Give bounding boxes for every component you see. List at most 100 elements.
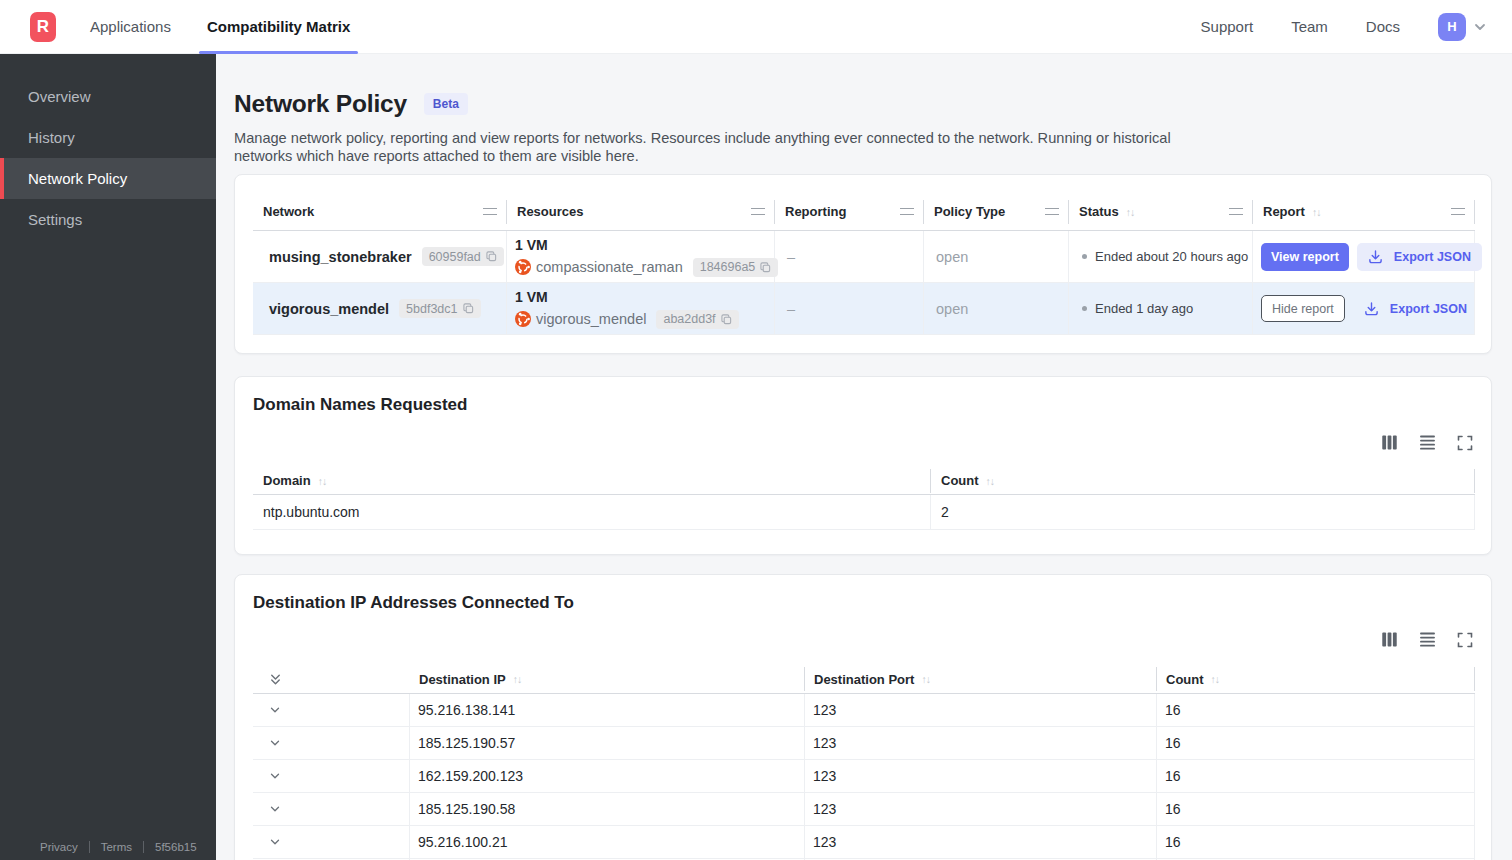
- domain-row[interactable]: ntp.ubuntu.com 2: [253, 495, 1475, 530]
- description-line-2: networks which have reports attached to …: [234, 148, 1492, 166]
- destination-port-cell: 123: [805, 826, 1157, 858]
- hide-report-button[interactable]: Hide report: [1261, 295, 1345, 322]
- sort-icon[interactable]: ↑↓: [513, 673, 522, 685]
- drag-handle-icon[interactable]: [1229, 208, 1243, 215]
- col-header-destination-port[interactable]: Destination Port↑↓: [805, 665, 1157, 693]
- chevron-down-icon[interactable]: [268, 835, 282, 849]
- copy-icon[interactable]: [721, 314, 732, 325]
- destination-ip-cell: 162.159.200.123: [410, 760, 805, 792]
- resource-id-pill[interactable]: 184696a5: [693, 258, 779, 277]
- network-row[interactable]: vigorous_mendel 5bdf3dc1 1 VM vigorous_m…: [253, 283, 1475, 335]
- expand-all-header[interactable]: [253, 665, 410, 693]
- col-header-reporting[interactable]: Reporting: [775, 193, 924, 230]
- sort-icon[interactable]: ↑↓: [318, 475, 327, 487]
- network-name: vigorous_mendel: [269, 301, 389, 317]
- sort-icon[interactable]: ↑↓: [1126, 206, 1135, 218]
- sidebar-item-settings[interactable]: Settings: [0, 199, 216, 240]
- sort-icon[interactable]: ↑↓: [986, 475, 995, 487]
- view-report-button[interactable]: View report: [1261, 243, 1349, 271]
- chevron-down-icon[interactable]: [268, 703, 282, 717]
- destination-row[interactable]: 95.216.100.21 123 16: [253, 826, 1475, 859]
- expand-row-cell[interactable]: [253, 694, 410, 726]
- sort-icon[interactable]: ↑↓: [1312, 206, 1321, 218]
- avatar[interactable]: H: [1438, 13, 1466, 41]
- export-json-button[interactable]: Export JSON: [1353, 295, 1478, 323]
- drag-handle-icon[interactable]: [751, 208, 765, 215]
- chevron-down-icon[interactable]: [268, 769, 282, 783]
- beta-badge: Beta: [424, 93, 468, 115]
- top-navbar: R Applications Compatibility Matrix Supp…: [0, 0, 1512, 54]
- tab-compatibility-matrix[interactable]: Compatibility Matrix: [207, 0, 350, 54]
- networks-table: Network Resources Reporting Policy Type …: [253, 193, 1475, 335]
- network-name: musing_stonebraker: [269, 249, 412, 265]
- sidebar-item-overview[interactable]: Overview: [0, 76, 216, 117]
- fullscreen-icon[interactable]: [1457, 632, 1473, 648]
- sort-icon[interactable]: ↑↓: [1211, 673, 1220, 685]
- nav-right: Support Team Docs H: [1201, 13, 1487, 41]
- col-header-report[interactable]: Report↑↓: [1253, 193, 1475, 230]
- drag-handle-icon[interactable]: [1045, 208, 1059, 215]
- networks-card: Network Resources Reporting Policy Type …: [234, 174, 1492, 354]
- chevron-down-icon[interactable]: [268, 736, 282, 750]
- col-header-count[interactable]: Count↑↓: [1157, 665, 1475, 693]
- nav-link-team[interactable]: Team: [1291, 18, 1328, 35]
- expand-row-cell[interactable]: [253, 826, 410, 858]
- sort-icon[interactable]: ↑↓: [921, 673, 930, 685]
- copy-icon[interactable]: [486, 251, 497, 262]
- terms-link[interactable]: Terms: [101, 841, 132, 853]
- expand-row-cell[interactable]: [253, 793, 410, 825]
- export-json-button[interactable]: Export JSON: [1357, 243, 1482, 271]
- reporting-cell: –: [775, 283, 924, 334]
- network-id-pill[interactable]: 5bdf3dc1: [399, 299, 480, 318]
- destination-port-cell: 123: [805, 727, 1157, 759]
- nav-link-docs[interactable]: Docs: [1366, 18, 1400, 35]
- col-header-policy-type[interactable]: Policy Type: [924, 193, 1069, 230]
- destination-row[interactable]: 95.216.138.141 123 16: [253, 694, 1475, 727]
- sidebar-item-network-policy[interactable]: Network Policy: [0, 158, 216, 199]
- columns-icon[interactable]: [1381, 631, 1398, 648]
- expand-row-cell[interactable]: [253, 727, 410, 759]
- destinations-table: Destination IP↑↓ Destination Port↑↓ Coun…: [253, 665, 1475, 860]
- col-header-status[interactable]: Status↑↓: [1069, 193, 1253, 230]
- network-id-pill[interactable]: 60959fad: [422, 247, 504, 266]
- expand-row-cell[interactable]: [253, 760, 410, 792]
- vm-count: 1 VM: [515, 289, 548, 305]
- tab-applications[interactable]: Applications: [90, 0, 171, 54]
- row-density-icon[interactable]: [1419, 434, 1436, 451]
- status-dot: [1082, 254, 1087, 259]
- resources-cell: 1 VM vigorous_mendel aba2dd3f: [507, 283, 775, 334]
- fullscreen-icon[interactable]: [1457, 435, 1473, 451]
- col-header-destination-ip[interactable]: Destination IP↑↓: [410, 665, 805, 693]
- nav-link-support[interactable]: Support: [1201, 18, 1254, 35]
- col-header-network[interactable]: Network: [253, 193, 507, 230]
- drag-handle-icon[interactable]: [1451, 208, 1465, 215]
- double-chevron-down-icon[interactable]: [268, 672, 283, 687]
- sidebar-item-history[interactable]: History: [0, 117, 216, 158]
- network-row[interactable]: musing_stonebraker 60959fad 1 VM compass…: [253, 231, 1475, 283]
- reporting-cell: –: [775, 231, 924, 282]
- col-header-resources[interactable]: Resources: [507, 193, 775, 230]
- destination-row[interactable]: 162.159.200.123 123 16: [253, 760, 1475, 793]
- app-logo[interactable]: R: [30, 12, 56, 42]
- drag-handle-icon[interactable]: [483, 208, 497, 215]
- destination-row[interactable]: 185.125.190.57 123 16: [253, 727, 1475, 760]
- col-header-domain[interactable]: Domain↑↓: [253, 467, 931, 494]
- network-name-cell: vigorous_mendel 5bdf3dc1: [253, 283, 507, 334]
- domains-table: Domain↑↓ Count↑↓ ntp.ubuntu.com 2: [253, 467, 1475, 530]
- status-dot: [1082, 306, 1087, 311]
- columns-icon[interactable]: [1381, 434, 1398, 451]
- table-toolbar: [253, 631, 1473, 648]
- destination-ip-cell: 95.216.138.141: [410, 694, 805, 726]
- copy-icon[interactable]: [463, 303, 474, 314]
- user-menu[interactable]: H: [1438, 13, 1487, 41]
- col-header-count[interactable]: Count↑↓: [931, 467, 1475, 494]
- destination-row[interactable]: 185.125.190.58 123 16: [253, 793, 1475, 826]
- table-toolbar: [253, 434, 1473, 451]
- resource-id-pill[interactable]: aba2dd3f: [656, 310, 738, 329]
- drag-handle-icon[interactable]: [900, 208, 914, 215]
- row-density-icon[interactable]: [1419, 631, 1436, 648]
- chevron-down-icon[interactable]: [268, 802, 282, 816]
- privacy-link[interactable]: Privacy: [40, 841, 78, 853]
- destination-ip-cell: 185.125.190.57: [410, 727, 805, 759]
- copy-icon[interactable]: [760, 262, 771, 273]
